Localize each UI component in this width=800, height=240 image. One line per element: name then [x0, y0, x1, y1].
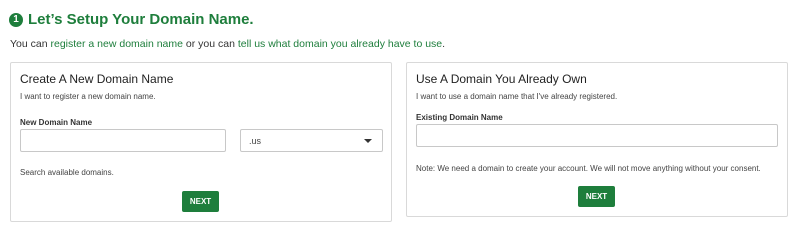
step-number-badge: 1 [9, 12, 23, 27]
intro-prefix: You can [10, 38, 51, 50]
existing-domain-card: Use A Domain You Already Own I want to u… [406, 62, 788, 217]
existing-domain-next-button[interactable]: NEXT [578, 186, 615, 207]
new-domain-next-button[interactable]: NEXT [182, 191, 219, 212]
existing-domain-input[interactable] [416, 124, 778, 147]
new-domain-card-subtitle: I want to register a new domain name. [20, 92, 156, 101]
new-domain-field-label: New Domain Name [20, 118, 93, 127]
new-domain-card: Create A New Domain Name I want to regis… [10, 62, 392, 222]
existing-domain-field-label: Existing Domain Name [416, 113, 503, 122]
intro-middle: or you can [182, 38, 238, 50]
caret-down-icon [364, 138, 372, 143]
step-header: 1 Let’s Setup Your Domain Name. [9, 11, 254, 28]
new-domain-input[interactable] [20, 129, 226, 152]
search-domains-helper: Search available domains. [20, 168, 114, 177]
page-title: Let’s Setup Your Domain Name. [28, 11, 254, 28]
register-new-domain-link[interactable]: register a new domain name [50, 38, 183, 50]
tld-select[interactable]: .us [240, 129, 383, 152]
existing-domain-link[interactable]: tell us what domain you already have to … [238, 38, 442, 50]
existing-domain-card-title: Use A Domain You Already Own [416, 72, 587, 86]
intro-text: You can register a new domain name or yo… [10, 38, 445, 50]
tld-selected-value: .us [249, 135, 262, 146]
new-domain-card-title: Create A New Domain Name [20, 72, 174, 86]
existing-domain-card-subtitle: I want to use a domain name that I've al… [416, 92, 618, 101]
consent-note: Note: We need a domain to create your ac… [416, 164, 761, 173]
intro-suffix: . [442, 38, 446, 50]
